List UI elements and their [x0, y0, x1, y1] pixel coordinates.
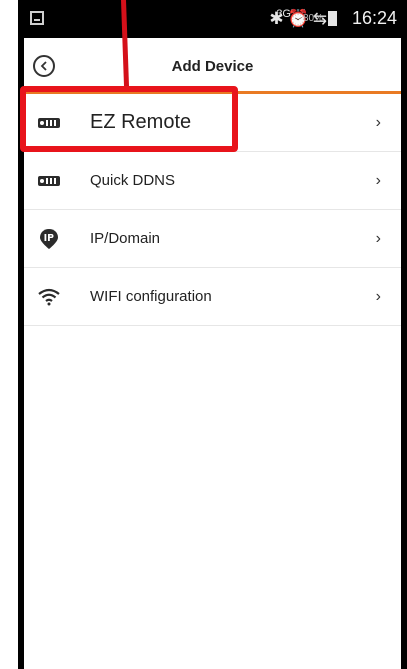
remote-device-icon — [38, 171, 60, 191]
list-item-label: Quick DDNS — [90, 172, 176, 189]
battery-percent: 80% — [302, 13, 323, 24]
status-bar: ✱⏰⇆ 3G 80% 16:24 — [24, 0, 401, 38]
page-title: Add Device — [171, 58, 254, 75]
chevron-right-icon: › — [375, 114, 381, 131]
list-item-quick-ddns[interactable]: Quick DDNS › — [24, 152, 401, 210]
wifi-icon — [38, 287, 60, 307]
battery-icon — [328, 11, 337, 26]
chevron-right-icon: › — [375, 172, 381, 189]
list-item-label: IP/Domain — [90, 230, 161, 247]
chevron-right-icon: › — [375, 288, 381, 305]
list-item-label: WIFI configuration — [90, 288, 212, 305]
list-item-ip-domain[interactable]: IP/Domain › — [24, 210, 401, 268]
annotation-highlight-box — [20, 86, 238, 152]
network-type: 3G — [276, 8, 291, 20]
status-time: 16:24 — [351, 8, 397, 28]
screenshot-notification-icon — [30, 11, 44, 25]
chevron-right-icon: › — [375, 230, 381, 247]
ip-pin-icon — [38, 229, 60, 249]
phone-frame-right — [401, 0, 407, 669]
list-item-wifi-configuration[interactable]: WIFI configuration › — [24, 268, 401, 326]
